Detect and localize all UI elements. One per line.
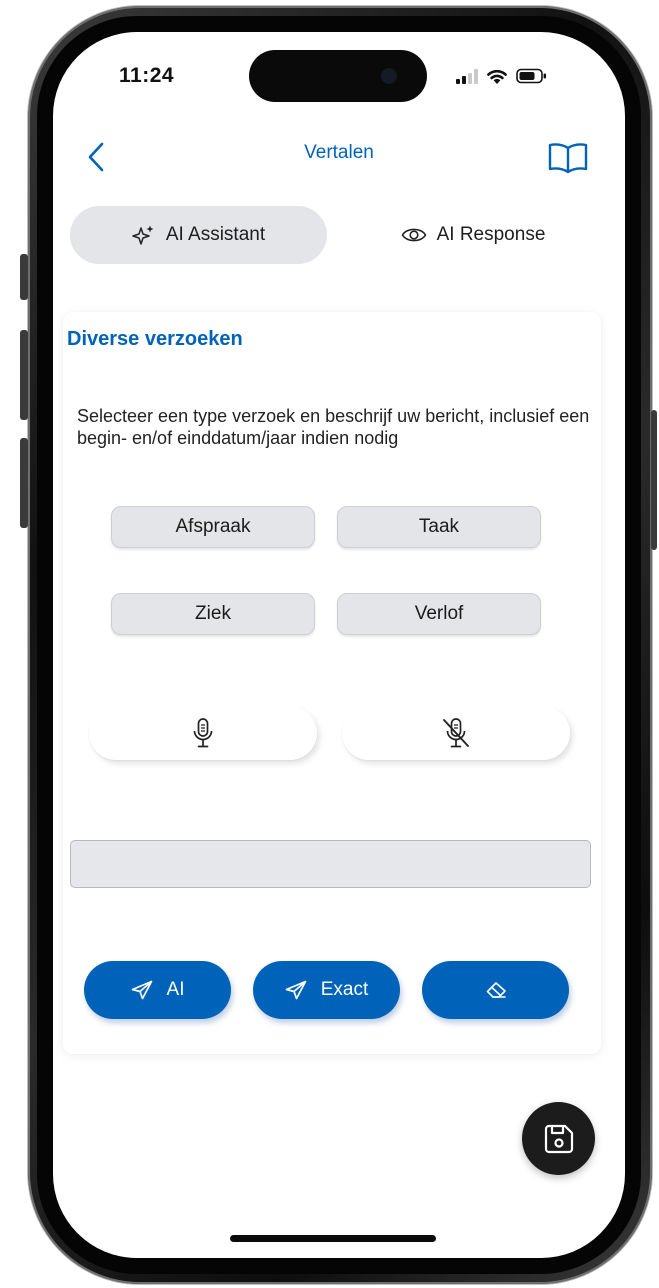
dynamic-island [249, 50, 427, 102]
tab-ai-assistant[interactable]: AI Assistant [70, 206, 327, 264]
app-screen: 11:24 Vertalen AI Assistant AI Response … [53, 32, 625, 1258]
cellular-signal-icon [456, 68, 478, 84]
send-exact-button[interactable]: Exact [253, 961, 400, 1019]
tab-ai-response-label: AI Response [436, 224, 546, 245]
volume-down-button [20, 438, 28, 528]
send-exact-label: Exact [320, 979, 369, 1000]
microphone-icon [193, 718, 213, 748]
status-icons [456, 66, 548, 86]
card-title: Diverse verzoeken [67, 328, 243, 350]
start-recording-button[interactable] [89, 706, 317, 760]
send-ai-button[interactable]: AI [84, 961, 231, 1019]
status-time: 11:24 [119, 64, 175, 87]
message-input[interactable] [70, 840, 591, 888]
paper-plane-icon [131, 980, 152, 1000]
save-button[interactable] [522, 1102, 595, 1175]
sparkles-icon [132, 225, 154, 245]
card-description: Selecteer een type verzoek en beschrijf … [77, 406, 590, 448]
eye-icon [401, 228, 427, 242]
wifi-icon [487, 69, 507, 84]
front-camera [381, 68, 397, 84]
clear-input-button[interactable] [422, 961, 569, 1019]
microphone-off-icon [443, 718, 469, 748]
request-type-taak[interactable]: Taak [337, 506, 541, 548]
request-type-afspraak[interactable]: Afspraak [111, 506, 315, 548]
request-type-verlof[interactable]: Verlof [337, 593, 541, 635]
send-ai-label: AI [166, 979, 185, 1000]
volume-up-button [20, 330, 28, 420]
eraser-icon [486, 982, 506, 998]
power-button [651, 410, 657, 550]
tab-ai-assistant-label: AI Assistant [165, 224, 266, 245]
stop-recording-button[interactable] [342, 706, 570, 760]
tab-ai-response[interactable]: AI Response [353, 206, 593, 264]
dictionary-button[interactable] [547, 140, 589, 174]
page-title: Vertalen [304, 142, 374, 163]
paper-plane-icon [285, 980, 307, 1000]
request-type-ziek[interactable]: Ziek [111, 593, 315, 635]
home-indicator[interactable] [230, 1235, 436, 1242]
action-button [20, 254, 28, 300]
battery-icon [516, 68, 546, 84]
save-icon [544, 1124, 573, 1153]
open-book-icon [548, 143, 588, 174]
